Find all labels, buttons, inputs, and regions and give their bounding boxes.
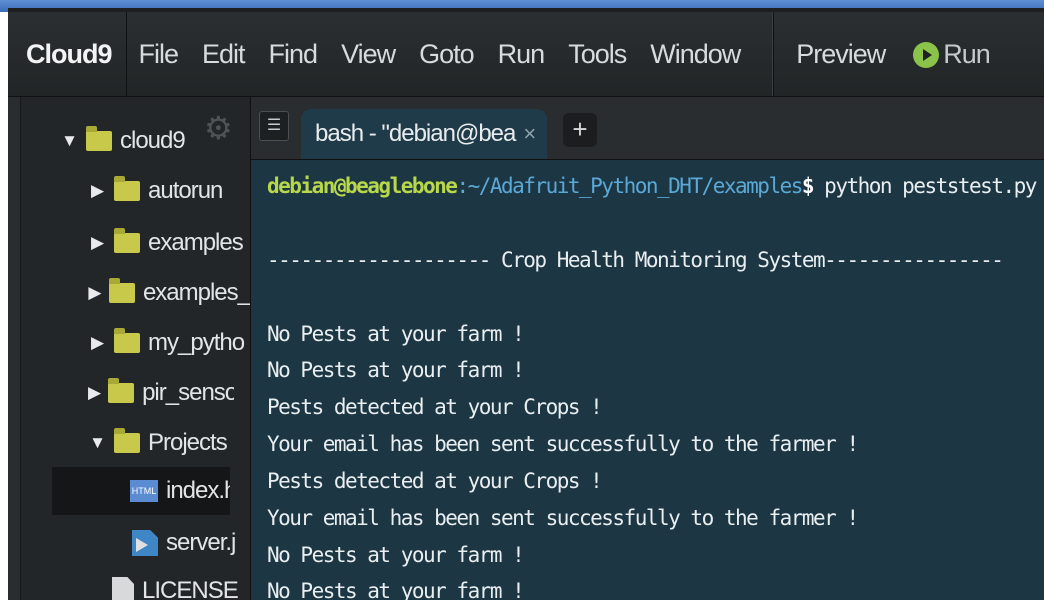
play-icon [913,42,940,69]
close-icon[interactable]: × [523,121,536,147]
terminal-output-line: Pests detected at your Crops ! [267,395,603,419]
terminal-command: python peststest.py [813,174,1037,198]
prompt-path: :~/Adafruit_Python_DHT/examples [456,174,803,198]
tree-item-license[interactable]: LICENSE [112,567,238,600]
tree-item-projects[interactable]: ▼ Projects [88,419,227,467]
tab-label: bash - "debian@bea [315,120,516,147]
menu-bar: Cloud9 File Edit Find View Goto Run Tool… [8,12,1044,97]
menu-divider [772,12,775,96]
tree-item-pir-sensor[interactable]: ▶ pir_sensor [88,369,234,417]
sidebar-edge-strip [8,97,21,600]
tree-item-label: index.h [166,477,230,504]
menu-run[interactable]: Run [486,39,557,70]
run-button-label: Run [943,38,991,69]
chevron-right-icon[interactable]: ▶ [88,233,106,253]
folder-icon [114,228,140,253]
chevron-right-icon[interactable]: ▶ [88,283,101,303]
tab-menu-icon[interactable]: ☰ [259,111,289,141]
tree-item-server-js[interactable]: server.j [132,519,236,567]
chevron-down-icon[interactable]: ▼ [88,433,106,453]
terminal-output-line: No Pests at your farm ! [267,579,525,600]
folder-icon [108,378,135,403]
ide-window: Cloud9 File Edit Find View Goto Run Tool… [8,8,1044,600]
html-file-icon: HTML [130,480,158,502]
tree-item-my-pytho[interactable]: ▶ my_pytho [88,319,250,367]
tree-item-cloud9[interactable]: ▼ cloud9 [60,117,185,165]
run-button[interactable]: Run [897,39,1002,70]
terminal-output-line: Your email has been sent successfully to… [267,432,859,456]
editor-tab-bar: ☰ bash - "debian@bea × + [251,97,1044,160]
tree-item-label: my_pytho [148,329,245,356]
folder-icon [114,176,140,201]
tree-item-label: autorun [148,177,223,204]
menu-file[interactable]: File [127,39,191,70]
folder-icon [114,428,140,453]
file-icon [112,577,134,600]
js-file-icon [132,530,158,556]
terminal-output-line: Pests detected at your Crops ! [267,469,603,493]
tree-item-label: cloud9 [120,127,185,154]
prompt-dollar: $ [801,174,815,198]
terminal-output-line: No Pests at your farm ! [267,322,525,346]
folder-icon [114,328,140,353]
terminal-output-line: Your email has been sent successfully to… [267,506,859,530]
chevron-right-icon[interactable]: ▶ [88,333,106,353]
menu-edit[interactable]: Edit [190,39,257,70]
chevron-right-icon[interactable]: ▶ [88,383,101,403]
tree-item-examples[interactable]: ▶ examples [88,219,243,267]
tree-item-label: Projects [148,429,227,456]
menu-brand-cloud9[interactable]: Cloud9 [8,12,127,96]
preview-button[interactable]: Preview [784,39,897,70]
prompt-user: debian@beaglebone [267,174,458,198]
tree-item-label: examples [148,229,243,256]
tab-bash-terminal[interactable]: bash - "debian@bea × [301,109,547,159]
terminal-prompt-line: debian@beaglebone:~/Adafruit_Python_DHT/… [267,174,1037,198]
tree-item-examples-underscore[interactable]: ▶ examples_ [88,269,250,317]
tree-item-index-html[interactable]: HTML index.h [52,467,230,515]
tree-item-label: examples_ [142,279,250,306]
add-tab-button[interactable]: + [563,113,597,147]
chevron-down-icon[interactable]: ▼ [60,131,78,151]
menu-tools[interactable]: Tools [556,39,638,70]
gear-icon[interactable]: ⚙ [204,109,233,147]
terminal-output-line: No Pests at your farm ! [267,543,525,567]
tree-item-autorun[interactable]: ▶ autorun [88,167,222,215]
tree-item-label: server.j [166,529,236,556]
menu-find[interactable]: Find [257,39,330,70]
folder-icon [108,278,135,303]
terminal-output-line: No Pests at your farm ! [267,358,525,382]
menu-window[interactable]: Window [638,39,752,70]
terminal-pane[interactable]: debian@beaglebone:~/Adafruit_Python_DHT/… [251,160,1044,600]
tree-item-label: pir_sensor [142,379,234,406]
menu-goto[interactable]: Goto [407,39,486,70]
tree-item-label: LICENSE [142,577,238,600]
file-tree-panel: ⚙ ▼ cloud9 ▶ autorun ▶ examples ▶ exampl… [8,97,251,600]
menu-view[interactable]: View [329,39,407,70]
folder-icon [86,126,112,151]
chevron-right-icon[interactable]: ▶ [88,181,106,201]
terminal-output-line: -------------------- Crop Health Monitor… [267,248,1004,272]
